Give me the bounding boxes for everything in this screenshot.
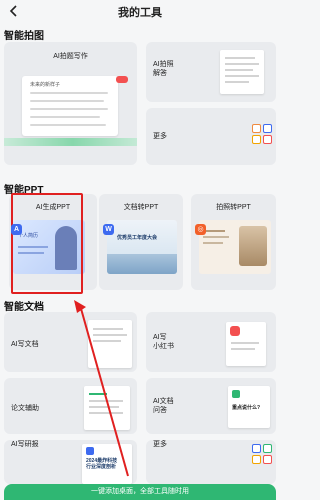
page-title: 我的工具 [118,7,162,19]
tool-card-ai-writing[interactable]: AI拍题写作 未来的新样子 [4,42,137,165]
tool-card-doc-to-ppt[interactable]: 文档转PPT 优秀员工年度大会 W [99,194,183,290]
tool-label: 拍照转PPT [216,204,251,211]
tool-label: AI写文档 [11,341,39,348]
tool-card-more-doc[interactable]: 更多 [146,440,276,484]
tool-card-more-photo[interactable]: 更多 [146,108,276,165]
app-icon [263,135,272,144]
app-icon [252,135,261,144]
paper-thumb-image [84,386,130,430]
tool-label: AI文档 问答 [153,398,174,415]
paper-heading: 未来的新样子 [30,82,61,88]
word-icon: W [103,224,114,235]
chevron-left-icon[interactable] [6,3,22,19]
thumb-text: 优秀员工年度大会 [117,235,158,241]
app-icon [263,124,272,133]
tool-card-ai-xiaohongshu[interactable]: AI写 小红书 [146,312,276,372]
app-icon [263,444,272,453]
tool-label: 文档转PPT [123,204,159,211]
add-to-desktop-button[interactable]: 一键添加桌面，全部工具随时用 [4,484,276,500]
tool-label: AI写研报 [11,441,39,448]
tool-label: AI拍题写作 [53,53,88,60]
tool-card-ai-research[interactable]: AI写研报 2024最炸科技 行业深度剖析 [4,440,137,484]
tool-card-paper-assist[interactable]: 论文辅助 [4,378,137,434]
qa-thumb-image: 重点说什么? [228,386,270,428]
tool-label: AI写 小红书 [153,334,174,351]
app-icon [263,455,272,464]
ai-ppt-icon: A [11,224,22,235]
app-icon [252,455,261,464]
research-icon [86,447,94,455]
tool-label: 论文辅助 [11,405,39,412]
tool-label: 更多 [153,441,167,448]
thumb-text: 重点说什么? [232,405,261,411]
new-badge-icon [116,76,128,83]
answer-thumb-image [220,50,264,94]
xhs-thumb-image [226,322,266,366]
header: 我的工具 [0,0,280,24]
scan-band [4,138,137,146]
section-title-doc: 智能文档 [4,302,44,313]
tool-label: AI拍照 解答 [153,61,174,78]
statue-image [239,226,267,266]
photo-ppt-thumb-image [199,220,271,274]
doc-ppt-thumb-image: 优秀员工年度大会 [107,220,177,274]
xhs-icon [230,326,240,336]
tool-card-ai-answer[interactable]: AI拍照 解答 [146,42,276,102]
tool-card-photo-to-ppt[interactable]: 拍照转PPT ◎ [191,194,276,290]
section-title-photo: 智能拍图 [4,31,44,42]
app-icon [252,444,261,453]
tool-card-ai-doc-qa[interactable]: AI文档 问答 重点说什么? [146,378,276,434]
qa-icon [232,390,240,398]
thumb-text: 2024最炸科技 行业深度剖析 [86,458,118,470]
tool-label: 更多 [153,133,167,140]
selection-highlight [11,193,83,294]
research-thumb-image: 2024最炸科技 行业深度剖析 [82,444,132,484]
essay-paper-image: 未来的新样子 [22,76,118,136]
tool-card-ai-write-doc[interactable]: AI写文档 [4,312,137,372]
doc-thumb-image [88,320,132,368]
camera-icon: ◎ [195,224,206,235]
app-icon [252,124,261,133]
